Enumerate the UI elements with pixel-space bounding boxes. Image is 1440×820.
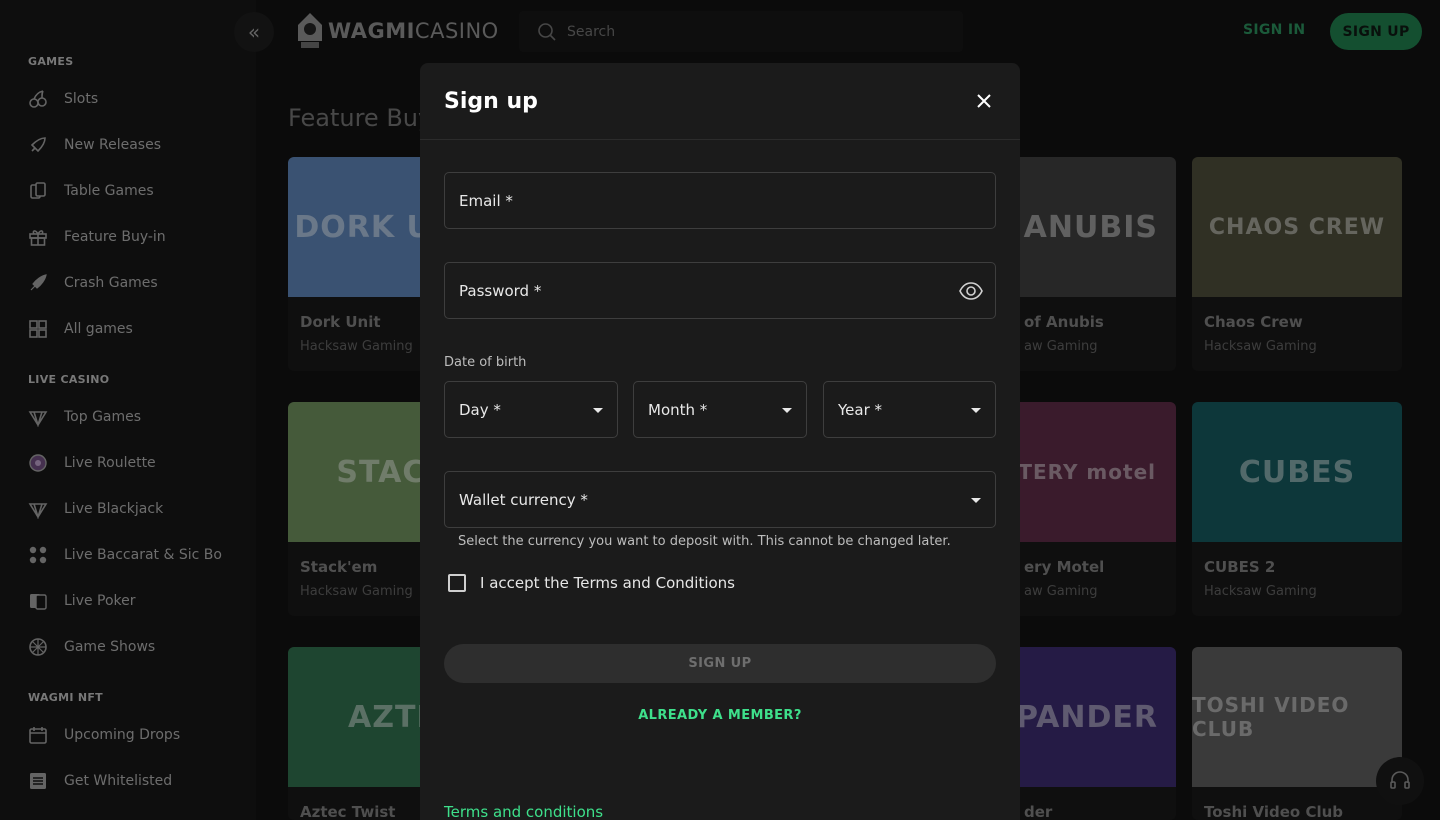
year-select[interactable]: Year * [823, 381, 996, 438]
caret-down-icon [782, 408, 792, 413]
email-label: Email * [459, 191, 513, 210]
app-root: GAMES Slots New Releases Table Games Fea… [0, 0, 1440, 820]
already-member-link[interactable]: ALREADY A MEMBER? [420, 708, 1020, 723]
email-field[interactable]: Email * [444, 172, 996, 229]
day-select[interactable]: Day * [444, 381, 618, 438]
caret-down-icon [593, 408, 603, 413]
currency-label: Wallet currency * [459, 490, 588, 509]
month-select[interactable]: Month * [633, 381, 807, 438]
eye-icon[interactable] [959, 279, 983, 307]
month-label: Month * [648, 400, 708, 419]
terms-label: I accept the Terms and Conditions [480, 574, 735, 592]
sign-up-button[interactable]: SIGN UP [444, 644, 996, 683]
wallet-currency-select[interactable]: Wallet currency * [444, 471, 996, 528]
signup-modal: Sign up Email * Password * Date of birth… [420, 63, 1020, 820]
dob-label: Date of birth [444, 355, 527, 370]
password-label: Password * [459, 281, 542, 300]
caret-down-icon [971, 408, 981, 413]
caret-down-icon [971, 498, 981, 503]
close-button[interactable] [972, 89, 996, 113]
currency-helper-text: Select the currency you want to deposit … [458, 534, 951, 549]
password-field[interactable]: Password * [444, 262, 996, 319]
year-label: Year * [838, 400, 883, 419]
terms-row[interactable]: I accept the Terms and Conditions [448, 574, 735, 592]
terms-conditions-link[interactable]: Terms and conditions [444, 803, 603, 820]
day-label: Day * [459, 400, 501, 419]
modal-header: Sign up [420, 63, 1020, 140]
terms-checkbox[interactable] [448, 574, 466, 592]
close-icon [977, 94, 991, 108]
modal-title: Sign up [444, 89, 538, 114]
